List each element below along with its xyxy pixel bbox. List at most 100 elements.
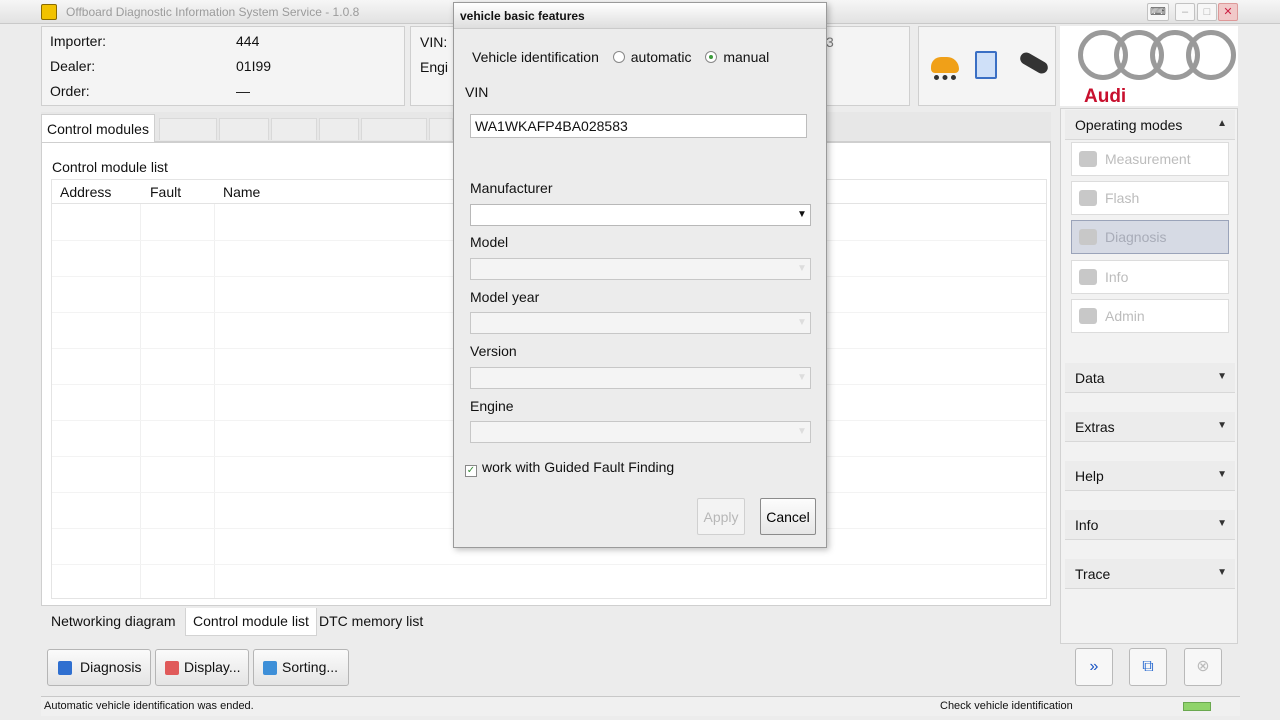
fit-window-button[interactable]: ⧉: [1129, 648, 1167, 686]
column-divider: [214, 204, 215, 598]
minimize-button[interactable]: –: [1175, 3, 1195, 21]
sidebar-item-measurement[interactable]: Measurement: [1071, 142, 1229, 176]
engine-header-label: Engi: [420, 59, 449, 75]
vin-input[interactable]: [470, 114, 807, 138]
column-header-fault[interactable]: Fault: [150, 184, 181, 200]
column-header-address[interactable]: Address: [60, 184, 111, 200]
fast-forward-button[interactable]: »: [1075, 648, 1113, 686]
chevron-down-icon[interactable]: ▼: [794, 205, 810, 225]
vin-header-value: 3: [826, 34, 834, 50]
apply-button[interactable]: Apply: [697, 498, 745, 535]
chevron-down-icon: ▼: [797, 317, 807, 328]
chevron-down-icon: ▼: [797, 372, 807, 383]
radio-manual-label[interactable]: manual: [723, 49, 769, 65]
app-icon: [41, 4, 57, 20]
vehicle-identification-row: Vehicle identification automatic manual: [472, 49, 769, 65]
model-year-label: Model year: [470, 289, 540, 305]
tab-dtc-memory-list[interactable]: DTC memory list: [312, 608, 430, 636]
sorting-icon: [263, 661, 277, 675]
display-button-label: Display...: [184, 659, 241, 675]
sidebar-section-help[interactable]: Help ▼: [1065, 461, 1235, 491]
network-icon[interactable]: [975, 51, 997, 79]
diagnosis-button[interactable]: Diagnosis: [47, 649, 151, 686]
sidebar-item-label: Diagnosis: [1105, 229, 1167, 245]
dialog-title: vehicle basic features: [454, 3, 826, 29]
order-row: Order: —: [50, 83, 250, 99]
model-select: ▼: [470, 258, 811, 280]
section-label: Data: [1075, 370, 1105, 386]
brand-logo: Audi: [1060, 26, 1238, 107]
vehicle-basic-features-dialog: vehicle basic features Vehicle identific…: [453, 2, 827, 548]
version-select: ▼: [470, 367, 811, 389]
radio-automatic[interactable]: [612, 51, 625, 63]
importer-label: Importer:: [50, 33, 107, 49]
sidebar: Operating modes ▲ Measurement Flash Diag…: [1060, 108, 1238, 644]
book-icon: [1079, 269, 1097, 285]
guided-fault-finding-label[interactable]: work with Guided Fault Finding: [482, 459, 674, 475]
sidebar-item-label: Flash: [1105, 190, 1140, 206]
tab-control-module-list[interactable]: Control module list: [185, 608, 317, 636]
sidebar-section-data[interactable]: Data ▼: [1065, 363, 1235, 393]
section-label: Extras: [1075, 419, 1115, 435]
chevron-up-icon: ▲: [1217, 118, 1227, 129]
chevron-down-icon: ▼: [1217, 420, 1227, 431]
gauge-icon: [1079, 151, 1097, 167]
manufacturer-select[interactable]: ▼: [470, 204, 811, 226]
status-hint: Check vehicle identification: [940, 700, 1073, 712]
sidebar-item-admin[interactable]: Admin: [1071, 299, 1229, 333]
chevron-down-icon: ▼: [1217, 567, 1227, 578]
status-bar: Automatic vehicle identification was end…: [41, 696, 1240, 716]
guided-fault-finding-row[interactable]: ✓ work with Guided Fault Finding: [465, 459, 674, 477]
tab-disabled: [271, 118, 317, 140]
dealer-label: Dealer:: [50, 58, 96, 74]
status-message: Automatic vehicle identification was end…: [44, 700, 254, 712]
tab-disabled: [361, 118, 427, 140]
fast-forward-icon: »: [1089, 658, 1099, 675]
column-header-name[interactable]: Name: [223, 184, 260, 200]
tab-disabled: [219, 118, 269, 140]
list-title: Control module list: [52, 159, 168, 175]
engine-label: Engine: [470, 398, 514, 414]
sidebar-item-label: Info: [1105, 269, 1129, 285]
tab-control-modules[interactable]: Control modules: [41, 114, 155, 142]
sidebar-section-info[interactable]: Info ▼: [1065, 510, 1235, 540]
diagnosis-button-label: Diagnosis: [80, 659, 142, 675]
sidebar-section-extras[interactable]: Extras ▼: [1065, 412, 1235, 442]
radio-manual[interactable]: [705, 51, 718, 63]
connection-icons-panel: [918, 26, 1056, 106]
version-label: Version: [470, 343, 517, 359]
close-button[interactable]: ✕: [1218, 3, 1238, 21]
tab-networking-diagram[interactable]: Networking diagram: [44, 608, 183, 636]
tab-disabled: [319, 118, 359, 140]
sidebar-item-flash[interactable]: Flash: [1071, 181, 1229, 215]
importer-value: 444: [236, 33, 260, 49]
keyboard-icon[interactable]: ⌨: [1147, 3, 1169, 21]
diagnosis-icon: [58, 661, 72, 675]
cancel-button[interactable]: Cancel: [760, 498, 816, 535]
display-button[interactable]: Display...: [155, 649, 249, 686]
stop-button[interactable]: ⊗: [1184, 648, 1222, 686]
gear-icon: [1079, 308, 1097, 324]
fit-window-icon: ⧉: [1142, 658, 1154, 675]
guided-fault-finding-checkbox[interactable]: ✓: [465, 465, 477, 477]
sidebar-item-info[interactable]: Info: [1071, 260, 1229, 294]
chevron-down-icon: ▼: [1217, 469, 1227, 480]
sorting-button[interactable]: Sorting...: [253, 649, 349, 686]
view-tabs: Networking diagram Control module list D…: [41, 608, 1051, 636]
car-icon[interactable]: [931, 57, 959, 80]
sidebar-section-trace[interactable]: Trace ▼: [1065, 559, 1235, 589]
stop-icon: ⊗: [1196, 658, 1210, 675]
row-divider: [52, 564, 1046, 565]
tab-disabled: [429, 118, 453, 140]
sidebar-section-operating-modes[interactable]: Operating modes ▲: [1065, 110, 1235, 140]
display-icon: [165, 661, 179, 675]
model-year-select: ▼: [470, 312, 811, 334]
column-divider: [140, 204, 141, 598]
order-value: —: [236, 83, 250, 99]
maximize-button[interactable]: □: [1197, 3, 1217, 21]
radio-automatic-label[interactable]: automatic: [631, 49, 692, 65]
chevron-down-icon: ▼: [1217, 371, 1227, 382]
diagnostic-plug-icon[interactable]: [1018, 50, 1050, 76]
sidebar-item-diagnosis[interactable]: Diagnosis: [1071, 220, 1229, 254]
dealer-value: 01I99: [236, 58, 272, 74]
